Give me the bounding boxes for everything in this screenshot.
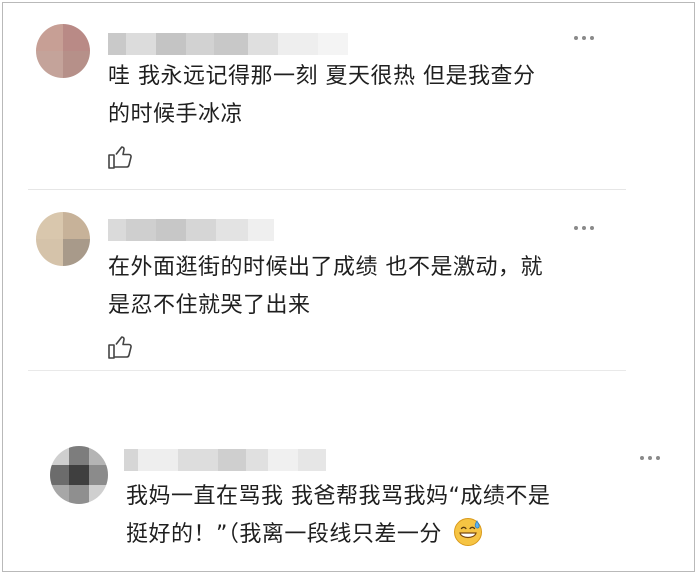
avatar[interactable] — [36, 212, 90, 266]
more-dots-icon[interactable] — [574, 36, 594, 40]
username-blurred[interactable] — [108, 32, 348, 56]
comment-text: 在外面逛街的时候出了成绩 也不是激动，就 是忍不住就哭了出来 — [108, 255, 543, 318]
divider — [28, 189, 626, 190]
username-blurred[interactable] — [124, 448, 326, 472]
thumbs-up-icon[interactable] — [107, 144, 133, 170]
more-dots-icon[interactable] — [574, 226, 594, 230]
username-blurred[interactable] — [108, 218, 274, 242]
thumbs-up-icon[interactable] — [107, 334, 133, 360]
avatar[interactable] — [50, 446, 108, 504]
divider — [28, 370, 626, 371]
avatar[interactable] — [36, 24, 90, 78]
comment-text: 我妈一直在骂我 我爸帮我骂我妈“成绩不是 挺好的！”（我离一段线只差一分 — [126, 484, 551, 547]
grinning-sweat-emoji — [454, 518, 483, 546]
more-dots-icon[interactable] — [640, 456, 660, 460]
comment-text: 哇 我永远记得那一刻 夏天很热 但是我查分 的时候手冰凉 — [108, 64, 536, 127]
